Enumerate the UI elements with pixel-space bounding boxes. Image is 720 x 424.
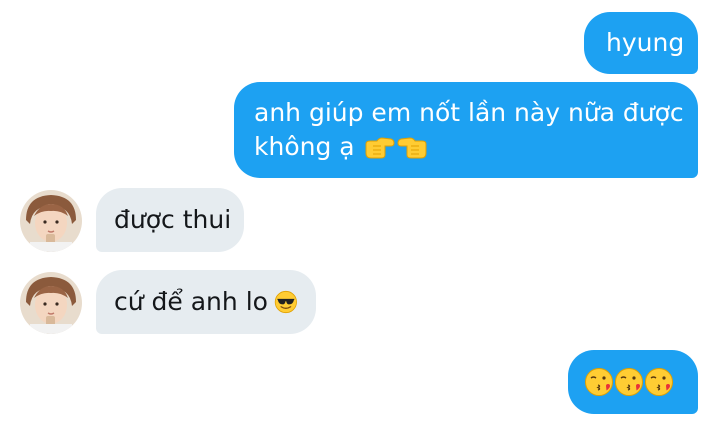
message-line: anh giúp em nốt lần này nữa được [254,96,684,130]
kissing-face-emoji [645,368,673,396]
message-bubble-received[interactable]: cứ để anh lo [96,270,316,334]
message-line: không ạ [254,130,429,164]
message-text-line2: không ạ [254,132,355,161]
message-bubble-received[interactable]: được thui [96,188,244,252]
avatar[interactable] [20,272,82,334]
avatar[interactable] [20,190,82,252]
profile-photo-icon [20,272,82,334]
message-text: cứ để anh lo [114,287,268,316]
message-bubble-sent[interactable]: hyung [584,12,698,74]
kissing-face-emoji [585,368,613,396]
message-text: hyung [606,28,685,57]
kissing-face-emoji [615,368,643,396]
pointing-left-emoji [397,137,427,159]
pointing-right-emoji [365,137,395,159]
profile-photo-icon [20,190,82,252]
message-bubble-sent[interactable]: anh giúp em nốt lần này nữa được không ạ [234,82,698,178]
message-text-line1: anh giúp em nốt lần này nữa được [254,98,684,127]
sunglasses-face-emoji [275,290,298,314]
message-text: được thui [114,205,232,234]
message-bubble-sent[interactable] [568,350,698,414]
